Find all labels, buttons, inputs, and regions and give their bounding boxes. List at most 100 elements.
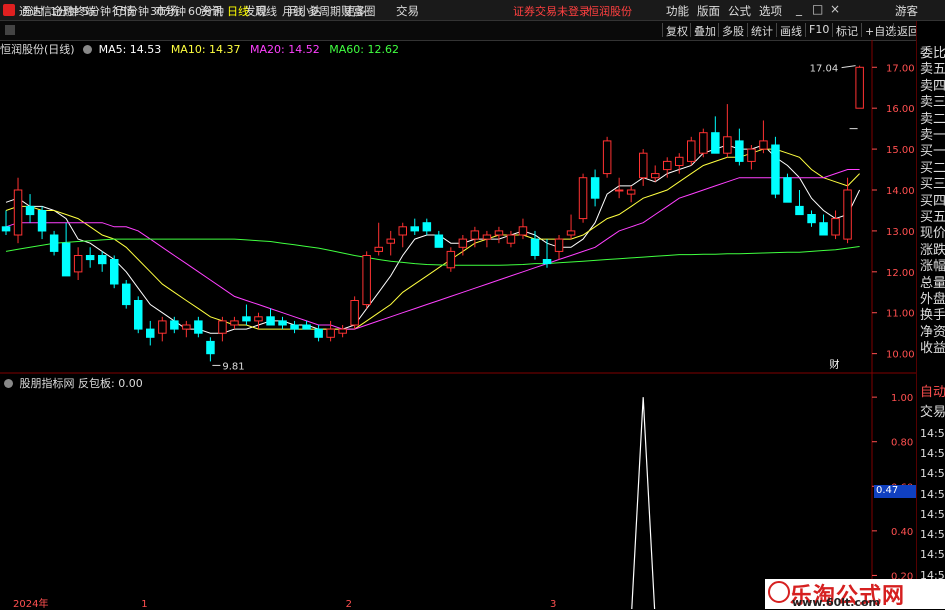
candle <box>374 246 383 252</box>
candle <box>530 238 540 257</box>
candle <box>482 234 492 240</box>
candle <box>470 230 480 240</box>
period-15min[interactable]: 15分钟 <box>113 3 149 19</box>
period-more[interactable]: 更多 <box>344 3 366 19</box>
indicator-tick-label: 0.40 <box>891 527 913 538</box>
candle <box>434 234 444 248</box>
candle <box>578 177 588 220</box>
candle <box>206 340 215 355</box>
candle <box>1 226 11 232</box>
price-tick-label: 16.00 <box>886 104 915 115</box>
menu-banmian[interactable]: 版面 <box>697 3 720 19</box>
candle <box>25 205 35 216</box>
quote-label: 卖四 <box>920 78 945 94</box>
candle <box>218 320 227 334</box>
menu-gongneng[interactable]: 功能 <box>666 3 689 19</box>
settings-icon[interactable] <box>83 45 93 54</box>
auto-trade-button[interactable]: 自动 <box>920 386 945 400</box>
candle <box>422 222 432 232</box>
quote-label: 卖三 <box>920 95 945 111</box>
tick-time: 14:56 <box>920 528 945 542</box>
candle <box>314 328 323 338</box>
menu-gongshi[interactable]: 公式 <box>728 3 751 19</box>
candle <box>61 242 71 277</box>
candle <box>410 226 419 232</box>
candle <box>362 255 371 306</box>
tick-time: 14:56 <box>920 426 945 440</box>
stock-name-header: 恒润股份 <box>588 5 632 18</box>
candle <box>494 230 504 236</box>
guest-button[interactable]: 游客 <box>895 3 918 19</box>
tick-time: 14:56 <box>920 487 945 501</box>
ma10-value: MA10: 14.37 <box>170 43 241 56</box>
candle <box>614 189 624 192</box>
candle <box>687 140 696 162</box>
minimize-button[interactable]: _ <box>796 2 802 16</box>
indicator-title-row: 股朋指标网 反包板: 0.00 <box>4 375 143 391</box>
tick-time: 14:56 <box>920 467 945 481</box>
overlay-button[interactable]: 叠加 <box>690 23 719 38</box>
candle <box>843 189 852 240</box>
quote-label: 现价 <box>920 226 945 242</box>
candle <box>350 300 359 326</box>
candle <box>338 328 347 334</box>
period-fenshi[interactable]: 分时 <box>22 3 44 19</box>
price-tick-label: 17.00 <box>886 63 915 74</box>
quote-label: 卖二 <box>920 111 945 127</box>
period-daily[interactable]: 日线 <box>227 3 249 19</box>
quote-label: 买三 <box>920 177 945 193</box>
app-logo-icon <box>3 4 15 16</box>
period-60min[interactable]: 60分钟 <box>188 3 224 19</box>
mark-button[interactable]: 标记 <box>832 23 861 38</box>
fuquan-button[interactable]: 复权 <box>662 23 691 38</box>
candle <box>602 140 612 175</box>
candle <box>639 152 648 179</box>
ma60-value: MA60: 12.62 <box>329 43 399 56</box>
period-monthly[interactable]: 月线 <box>282 3 304 19</box>
candle <box>134 300 143 330</box>
candle <box>831 218 840 236</box>
ma-info-bar: 恒润股份(日线) MA5: 14.53 MA10: 14.37 MA20: 14… <box>0 41 872 56</box>
indicator-settings-icon[interactable] <box>4 379 13 388</box>
menu-xuanxiang[interactable]: 选项 <box>759 3 782 19</box>
price-tick-label: 11.00 <box>886 309 915 320</box>
time-tick-label: 1 <box>141 599 147 609</box>
trade-login-warning[interactable]: 证券交易未登录 <box>513 3 590 19</box>
candle <box>675 156 684 167</box>
price-tick-label: 15.00 <box>886 145 915 156</box>
toolbar-toggle-icon[interactable] <box>5 25 15 35</box>
candle <box>290 324 299 330</box>
candle <box>302 324 311 330</box>
close-button[interactable]: × <box>830 2 840 16</box>
period-5min[interactable]: 5分钟 <box>82 3 111 19</box>
indicator-tick-label: 0.80 <box>891 438 913 449</box>
candle <box>663 160 672 171</box>
multi-stock-button[interactable]: 多股 <box>718 23 747 38</box>
candle <box>170 320 179 330</box>
quote-label: 卖一 <box>920 128 945 143</box>
draw-line-button[interactable]: 画线 <box>776 23 805 38</box>
candle <box>158 320 167 334</box>
period-30min[interactable]: 30分钟 <box>150 3 186 19</box>
quote-label: 买一 <box>920 144 945 160</box>
time-tick-label: 3 <box>550 599 556 609</box>
f10-button[interactable]: F10 <box>805 23 832 37</box>
candle <box>230 320 239 326</box>
period-multi[interactable]: 多周期 <box>308 3 341 19</box>
candle <box>110 259 119 285</box>
menu-jiaoyi[interactable]: 交易 <box>396 3 419 19</box>
statistics-button[interactable]: 统计 <box>747 23 776 38</box>
kline-chart[interactable]: 17.0016.0015.0014.0013.0012.0011.0010.00… <box>0 40 916 609</box>
quote-label: 净资 <box>920 324 945 340</box>
maximize-button[interactable]: □ <box>812 2 823 16</box>
candle <box>266 316 275 326</box>
candle <box>566 230 576 236</box>
candle <box>458 238 468 248</box>
candle <box>651 173 660 179</box>
period-weekly[interactable]: 周线 <box>255 3 277 19</box>
candle <box>37 210 47 232</box>
candle <box>506 234 516 244</box>
tick-time: 14:56 <box>920 507 945 521</box>
candle <box>122 283 131 306</box>
period-1min[interactable]: 1分钟 <box>50 3 79 19</box>
